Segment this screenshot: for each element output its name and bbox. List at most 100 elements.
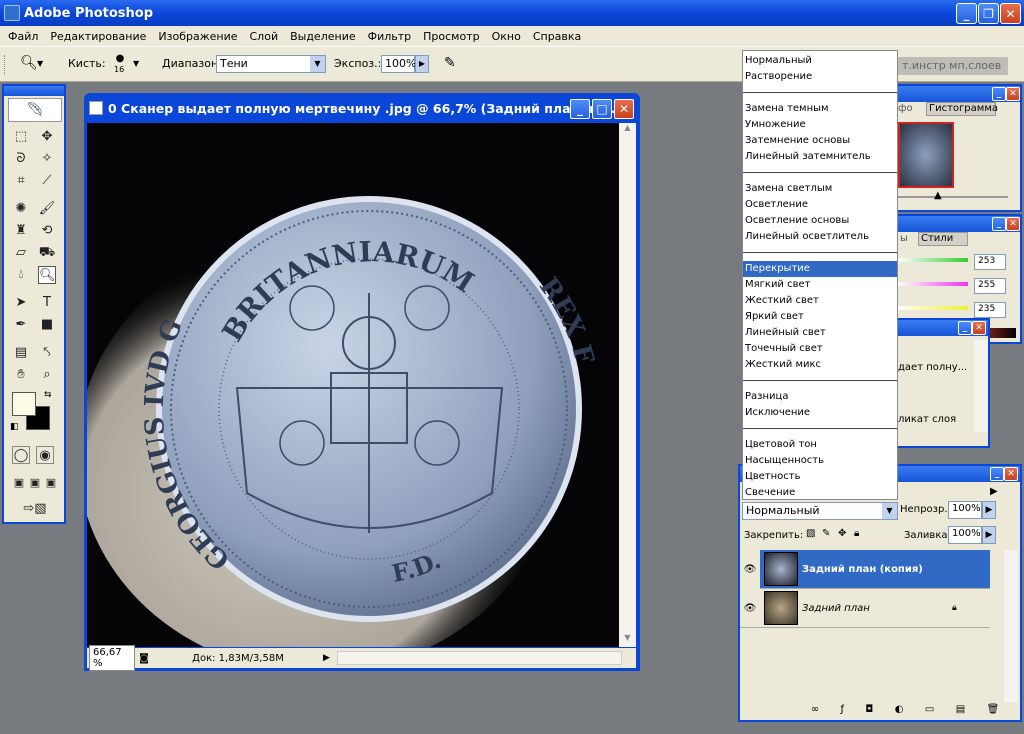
zoom-tool-icon[interactable]: ⌕ bbox=[38, 366, 56, 384]
dodge-tool-icon[interactable]: 🔍︎ bbox=[38, 266, 56, 284]
blend-option[interactable]: Яркий свет bbox=[745, 309, 895, 325]
new-layer-icon[interactable]: ▤ bbox=[956, 704, 965, 715]
menu-view[interactable]: Просмотр bbox=[417, 30, 485, 43]
yellow-slider[interactable] bbox=[898, 306, 968, 310]
document-vertical-scrollbar[interactable]: ▲ ▼ bbox=[619, 123, 636, 647]
history-brush-icon[interactable]: ⟲ bbox=[38, 222, 56, 240]
blend-option[interactable]: Замена темным bbox=[745, 101, 895, 117]
menu-layer[interactable]: Слой bbox=[244, 30, 285, 43]
blend-option[interactable]: Цветность bbox=[745, 469, 895, 485]
document-titlebar[interactable]: 0 Сканер выдает полную мертвечину .jpg @… bbox=[84, 93, 640, 123]
layers-close-icon[interactable]: ✕ bbox=[1004, 467, 1018, 481]
menu-help[interactable]: Справка bbox=[527, 30, 587, 43]
navigator-thumbnail[interactable] bbox=[898, 122, 954, 188]
menu-file[interactable]: Файл bbox=[2, 30, 44, 43]
tab-histogram[interactable]: Гистограмма bbox=[926, 102, 998, 116]
menu-edit[interactable]: Редактирование bbox=[44, 30, 152, 43]
minimize-icon[interactable]: _ bbox=[956, 3, 977, 24]
blend-option[interactable]: Затемнение основы bbox=[745, 133, 895, 149]
blend-option[interactable]: Нормальный bbox=[745, 53, 895, 69]
brush-dropdown-icon[interactable]: ▼ bbox=[133, 59, 139, 68]
nav-close-icon[interactable]: ✕ bbox=[1006, 87, 1020, 101]
notes-tool-icon[interactable]: ▤ bbox=[12, 344, 30, 362]
blend-option[interactable]: Линейный осветлитель bbox=[745, 229, 895, 245]
blend-option[interactable]: Исключение bbox=[745, 405, 895, 421]
jump-to-imageready-icon[interactable]: ⇨▧ bbox=[12, 500, 58, 518]
status-arrow-icon[interactable]: ▶ bbox=[323, 653, 337, 663]
tab-swatches[interactable]: ы bbox=[900, 233, 908, 244]
history-minimize-icon[interactable]: _ bbox=[958, 321, 972, 335]
lasso-tool-icon[interactable]: ᘐ bbox=[12, 150, 30, 168]
blend-mode-dropdown[interactable]: Нормальный Растворение Замена темным Умн… bbox=[742, 50, 898, 500]
airbrush-icon[interactable]: ✎ bbox=[444, 55, 456, 71]
layers-scrollbar[interactable] bbox=[1004, 550, 1018, 702]
restore-icon[interactable]: ❐ bbox=[978, 3, 999, 24]
exposure-field[interactable]: 100% bbox=[381, 55, 416, 73]
paint-bucket-icon[interactable]: ⛟ bbox=[38, 244, 56, 262]
pen-tool-icon[interactable]: ✒ bbox=[12, 316, 30, 334]
horizontal-scrollbar[interactable] bbox=[337, 651, 622, 665]
brush-preview-icon[interactable]: ● bbox=[112, 53, 128, 64]
path-selection-icon[interactable]: ➤ bbox=[12, 294, 30, 312]
doc-maximize-icon[interactable]: □ bbox=[592, 99, 612, 119]
history-item-2[interactable]: ликат слоя bbox=[898, 414, 956, 425]
layer-mask-icon[interactable]: ◘ bbox=[865, 704, 873, 715]
trash-icon[interactable]: 🗑︎ bbox=[987, 704, 1000, 715]
lock-all-icon[interactable]: 🔒︎ bbox=[854, 528, 859, 539]
blend-option[interactable]: Умножение bbox=[745, 117, 895, 133]
chevron-down-icon[interactable]: ▼ bbox=[310, 56, 325, 72]
zoom-slider-thumb-icon[interactable]: ▲ bbox=[934, 190, 942, 201]
blend-option[interactable]: Линейный затемнитель bbox=[745, 149, 895, 165]
default-colors-icon[interactable]: ◧ bbox=[10, 422, 19, 432]
eye-icon[interactable]: 👁︎ bbox=[740, 603, 760, 614]
navigator-zoom-slider[interactable] bbox=[898, 196, 1008, 198]
blend-option[interactable]: Линейный свет bbox=[745, 325, 895, 341]
blend-option[interactable]: Растворение bbox=[745, 69, 895, 85]
menu-image[interactable]: Изображение bbox=[152, 30, 243, 43]
blend-option-selected[interactable]: Перекрытие bbox=[743, 261, 897, 277]
value-field-3[interactable]: 235 bbox=[974, 302, 1006, 318]
magenta-slider[interactable] bbox=[898, 282, 968, 286]
chevron-down-icon[interactable]: ▼ bbox=[37, 59, 43, 68]
dodge-tool-preset-icon[interactable]: 🔍︎ bbox=[20, 55, 38, 71]
history-scrollbar[interactable] bbox=[974, 340, 988, 432]
tab-styles[interactable]: Стили bbox=[918, 232, 968, 246]
layer-row[interactable]: 👁︎ Задний план (копия) bbox=[740, 549, 990, 589]
blend-option[interactable]: Осветление bbox=[745, 197, 895, 213]
layers-menu-icon[interactable]: ▶ bbox=[990, 486, 998, 497]
layer-row[interactable]: 👁︎ Задний план 🔒︎ bbox=[740, 589, 990, 628]
foreground-color-swatch-top[interactable] bbox=[12, 392, 36, 416]
lock-paint-icon[interactable]: ✎ bbox=[822, 528, 830, 539]
blend-option[interactable]: Цветовой тон bbox=[745, 437, 895, 453]
lock-transparency-icon[interactable]: ▧ bbox=[806, 528, 815, 539]
quick-mask-icon[interactable]: ◉ bbox=[36, 446, 54, 464]
eyedropper-tool-icon[interactable]: ⤣ bbox=[38, 344, 56, 362]
zoom-field[interactable]: 66,67 % bbox=[89, 645, 135, 671]
scroll-down-icon[interactable]: ▼ bbox=[619, 633, 636, 647]
new-group-icon[interactable]: ▭ bbox=[925, 704, 934, 715]
blend-option[interactable]: Свечение bbox=[745, 485, 895, 501]
value-field-1[interactable]: 253 bbox=[974, 254, 1006, 270]
status-menu-icon[interactable]: ◙ bbox=[135, 653, 153, 664]
doc-close-icon[interactable]: ✕ bbox=[614, 99, 634, 119]
opacity-arrow-icon[interactable]: ▶ bbox=[982, 501, 996, 519]
fill-field[interactable]: 100% bbox=[948, 526, 982, 544]
close-icon[interactable]: ✕ bbox=[1000, 3, 1021, 24]
eye-icon[interactable]: 👁︎ bbox=[740, 549, 760, 589]
move-tool-icon[interactable]: ✥ bbox=[38, 128, 56, 146]
link-icon[interactable]: ∞ bbox=[811, 704, 819, 715]
blend-option[interactable]: Разница bbox=[745, 389, 895, 405]
tab-info[interactable]: фо bbox=[898, 103, 913, 114]
crop-tool-icon[interactable]: ⌗ bbox=[12, 172, 30, 190]
screen-mode-full-icon[interactable]: ▣ bbox=[42, 474, 60, 492]
shape-tool-icon[interactable]: ■ bbox=[38, 316, 56, 334]
blend-option[interactable]: Мягкий свет bbox=[745, 277, 895, 293]
magic-wand-tool-icon[interactable]: ✧ bbox=[38, 150, 56, 168]
menu-window[interactable]: Окно bbox=[486, 30, 527, 43]
menu-filter[interactable]: Фильтр bbox=[362, 30, 418, 43]
marquee-tool-icon[interactable]: ⬚ bbox=[12, 128, 30, 146]
blend-option[interactable]: Жесткий микс bbox=[745, 357, 895, 373]
nav-minimize-icon[interactable]: _ bbox=[992, 87, 1006, 101]
blend-option[interactable]: Жесткий свет bbox=[745, 293, 895, 309]
eraser-tool-icon[interactable]: ▱ bbox=[12, 244, 30, 262]
